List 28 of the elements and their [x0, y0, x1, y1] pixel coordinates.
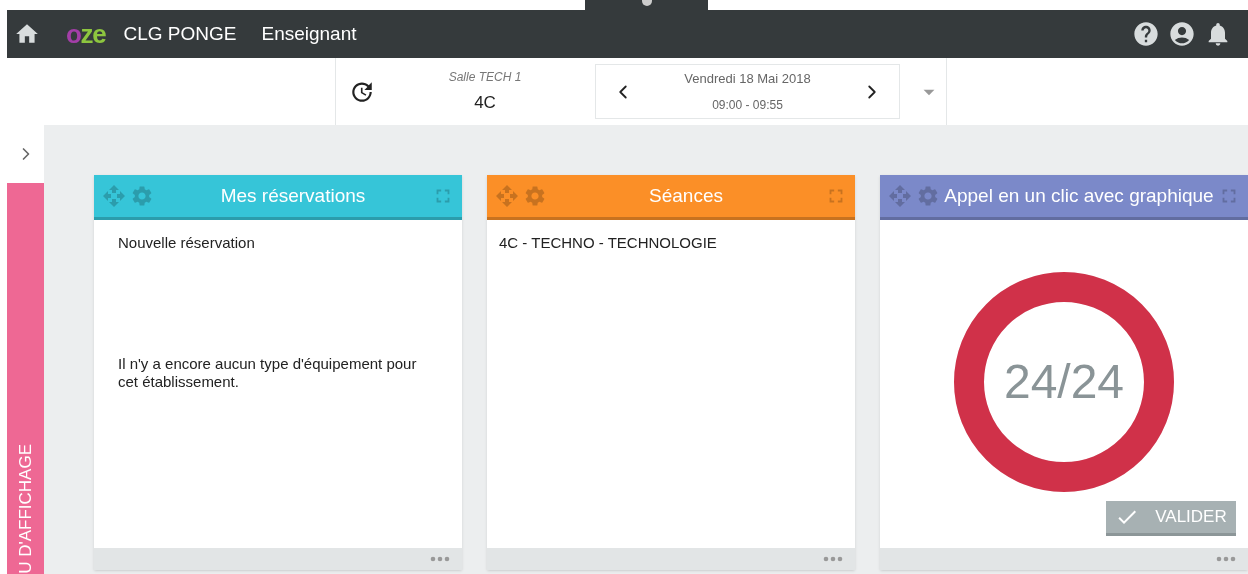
- widget-title: Séances: [648, 183, 724, 208]
- settings-icon[interactable]: [523, 184, 547, 208]
- empty-message: Il n'y a encore aucun type d'équipement pour cet établissement.: [118, 354, 418, 391]
- sidebar-tab[interactable]: U D'AFFICHAGE: [7, 183, 44, 574]
- more-icon[interactable]: [823, 556, 843, 562]
- widget-link[interactable]: Nouvelle réservation: [118, 232, 438, 255]
- help-icon[interactable]: [1132, 20, 1160, 48]
- move-icon[interactable]: [495, 184, 519, 208]
- attendance-count: 24/24: [1003, 354, 1125, 410]
- school-name: CLG PONGE: [123, 21, 237, 46]
- move-icon[interactable]: [102, 184, 126, 208]
- course-date: Vendredi 18 Mai 2018: [684, 69, 811, 88]
- room-name: Salle TECH 1: [448, 68, 522, 86]
- widget-link[interactable]: 4C - TECHNO - TECHNOLOGIE: [499, 232, 831, 255]
- more-icon[interactable]: [430, 556, 450, 562]
- account-icon[interactable]: [1168, 20, 1196, 48]
- widget-title: Appel en un clic avec graphique: [944, 183, 1214, 208]
- widget-title: Mes réservations: [219, 183, 367, 208]
- sidebar-label: U D'AFFICHAGE: [14, 444, 36, 574]
- more-icon[interactable]: [1216, 556, 1236, 562]
- class-name: 4C: [474, 91, 496, 114]
- settings-icon[interactable]: [130, 184, 154, 208]
- logo[interactable]: oze: [66, 21, 106, 47]
- settings-icon[interactable]: [916, 184, 940, 208]
- user-role: Enseignant: [261, 21, 357, 46]
- pull-tab[interactable]: [585, 0, 708, 10]
- move-icon[interactable]: [888, 184, 912, 208]
- course-time: 09:00 - 09:55: [712, 97, 783, 115]
